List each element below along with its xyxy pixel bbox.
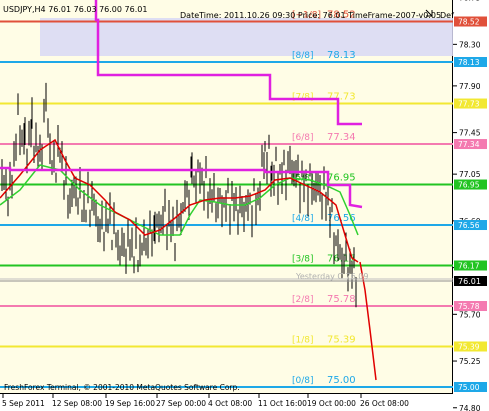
y-tick-label: 77.05 [459,170,481,179]
level-label: [1/8] [292,336,314,346]
chart-overlay: [+1/8] 78.52[8/8] 78.13[7/8] 77.73[6/8] 77.3… [0,0,487,411]
level-value: 75.78 [327,294,356,305]
yesterday-label: Yesterday C 76.09 [295,272,368,281]
y-tick-label: 77.90 [459,82,481,91]
def-button[interactable]: Def [440,11,454,20]
level-value: 75.00 [327,375,356,386]
level-label: [3/8] [292,255,314,265]
x-tick-label: 19 Sep 16:00 [105,399,155,408]
level-value: 75.39 [327,335,356,346]
x-tick-label: 12 Sep 08:00 [52,399,102,408]
symbol-text: USDJPY,H4 76.01 76.03 76.00 76.01 [3,5,147,14]
level-tag-text: 75.78 [458,302,480,311]
level-tag-text: 78.52 [458,18,480,27]
x-tick-label: 11 Oct 16:00 [258,399,307,408]
level-tag-text: 75.00 [458,383,480,392]
chart-window: [+1/8] 78.52 [8/8] 78.13 [7/8] 77.73 [6/8] 77.3… [0,0,489,411]
level-label: [0/8] [292,376,314,386]
x-tick-label: 19 Oct 00:00 [307,399,356,408]
level-tag-text: 76.95 [458,181,480,190]
upper-band [40,18,453,56]
level-price-tags: 78.52 78.13 77.73 77.34 76.95 76.56 76.17 75.78… [454,16,487,392]
level-tag-text: 76.17 [458,262,480,271]
x-tick-label: 5 Sep 2011 [2,399,45,408]
level-label: [7/8] [292,93,314,103]
level-tag-text: 76.56 [458,221,480,230]
y-tick-label: 78.30 [459,40,481,49]
level-label: [8/8] [292,51,314,61]
level-tag-text: 77.73 [458,100,480,109]
copyright-text: FreshForex Terminal, © 2001-2010 MetaQuo… [4,383,240,392]
level-value: 76.95 [327,173,356,184]
level-value: 77.73 [327,92,356,103]
x-tick-label: 27 Sep 00:00 [156,399,206,408]
level-label: [4/8] [292,214,314,224]
y-tick-label: 75.70 [459,310,481,319]
level-label: [6/8] [292,133,314,143]
x-tick-label: 26 Oct 08:00 [360,399,409,408]
level-value: 78.13 [327,50,356,61]
level-value: 77.34 [327,132,356,143]
info-text: DateTime: 2011.10.26 09:30 Price: 76.01 … [180,11,441,20]
y-tick-label: 78.75 [459,0,481,3]
x-tick-labels: 5 Sep 2011 12 Sep 08:00 19 Sep 16:00 27 Sep… [2,394,409,408]
level-tag-text: 77.34 [458,140,480,149]
y-tick-label: 74.80 [459,404,481,411]
y-tick-label: 75.25 [459,357,481,366]
current-price-value: 76.01 [458,277,481,286]
y-tick-label: 77.45 [459,129,481,138]
level-tag-text: 75.39 [458,343,480,352]
level-label: [2/8] [292,295,314,305]
level-tag-text: 78.13 [458,58,480,67]
x-tick-label: 4 Oct 08:00 [208,399,252,408]
